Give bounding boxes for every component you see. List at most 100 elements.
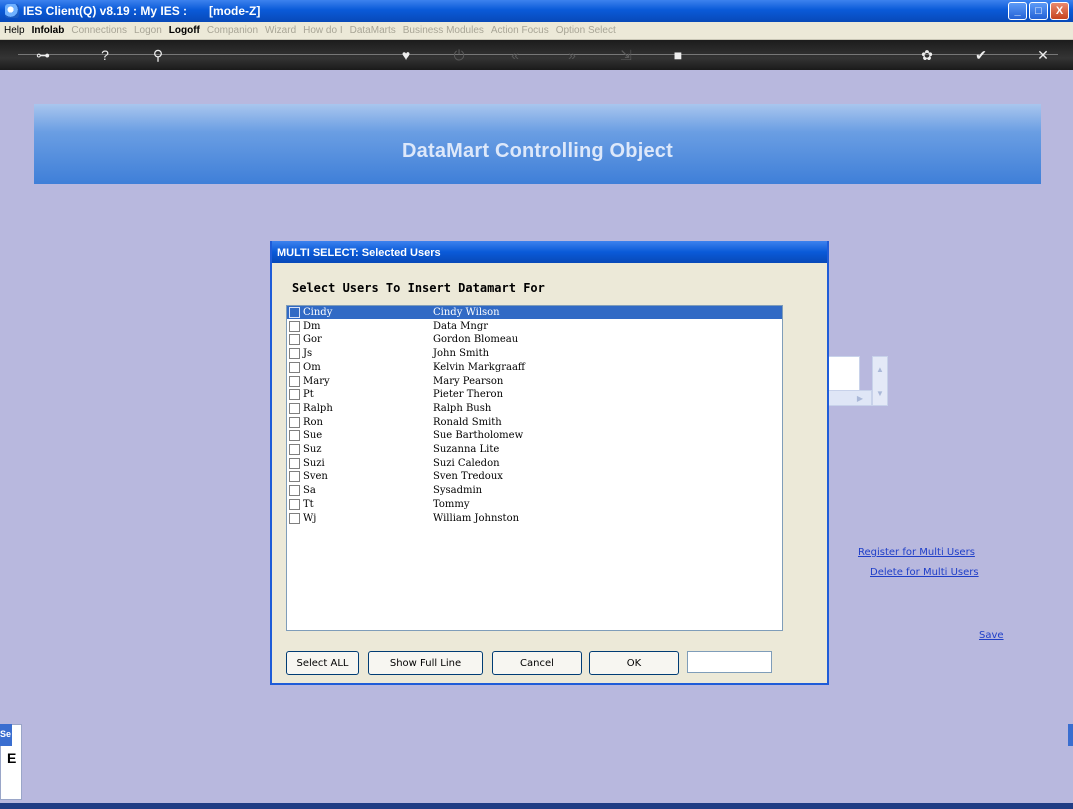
heart-icon[interactable]: ♥ — [393, 40, 419, 70]
list-item[interactable]: Tt Tommy — [287, 498, 782, 511]
user-name: John Smith — [433, 348, 490, 360]
user-name: Ronald Smith — [433, 416, 502, 428]
user-checkbox[interactable] — [289, 375, 300, 387]
list-item[interactable]: Sa Sysadmin — [287, 484, 782, 497]
scroll-right-icon: ▶ — [856, 393, 863, 403]
multi-select-dialog: MULTI SELECT: Selected Users Select User… — [270, 241, 829, 685]
user-checkbox[interactable] — [289, 389, 300, 401]
list-item[interactable]: Gor Gordon Blomeau — [287, 333, 782, 346]
user-id: Cindy — [303, 307, 333, 318]
menu-companion: Companion — [206, 25, 259, 36]
menu-logoff[interactable]: Logoff — [169, 25, 200, 36]
menu-bar: Help Infolab Connections Logon Logoff Co… — [0, 22, 1073, 40]
list-item[interactable]: Ralph Ralph Bush — [287, 402, 782, 415]
close-window-button[interactable]: X — [1050, 2, 1069, 20]
ok-button[interactable]: OK — [589, 651, 679, 675]
list-item[interactable]: Js John Smith — [287, 347, 782, 360]
user-checkbox[interactable] — [289, 361, 300, 373]
user-name: Mary Pearson — [433, 375, 504, 387]
app-icon — [5, 4, 19, 18]
list-item[interactable]: Cindy Cindy Wilson — [287, 306, 782, 319]
window-mode: [mode-Z] — [209, 4, 261, 18]
menu-option-select: Option Select — [555, 25, 616, 36]
user-name: Pieter Theron — [433, 389, 504, 401]
page-banner: DataMart Controlling Object — [34, 104, 1041, 184]
user-checkbox[interactable] — [289, 416, 300, 428]
register-multi-users-link[interactable]: Register for Multi Users — [858, 547, 975, 558]
user-checkbox[interactable] — [289, 457, 300, 469]
list-item[interactable]: Suzi Suzi Caledon — [287, 457, 782, 470]
select-all-button[interactable]: Select ALL — [286, 651, 359, 675]
help-icon[interactable]: ? — [92, 40, 118, 70]
forward-icon[interactable]: » — [559, 40, 585, 70]
close-icon[interactable]: ✕ — [1030, 40, 1056, 70]
user-name: Sue Bartholomew — [433, 430, 524, 442]
show-full-line-button[interactable]: Show Full Line — [368, 651, 483, 675]
delete-multi-users-link[interactable]: Delete for Multi Users — [870, 567, 979, 578]
search-icon[interactable]: ⚲ — [145, 40, 171, 70]
menu-business-modules: Business Modules — [402, 25, 484, 36]
user-id: Js — [303, 348, 313, 360]
rewind-icon[interactable]: « — [502, 40, 528, 70]
list-item[interactable]: Suz Suzanna Lite — [287, 443, 782, 456]
user-name: William Johnston — [433, 512, 520, 524]
list-item[interactable]: Sue Sue Bartholomew — [287, 429, 782, 442]
menu-help[interactable]: Help — [4, 25, 25, 36]
user-checkbox[interactable] — [289, 444, 300, 455]
user-name: Gordon Blomeau — [433, 334, 519, 346]
user-list[interactable]: Cindy Cindy Wilson Dm Data Mngr Gor Gordon Bl… — [286, 305, 783, 631]
list-item[interactable]: Ron Ronald Smith — [287, 416, 782, 429]
maximize-button[interactable]: □ — [1029, 2, 1048, 20]
export-icon[interactable]: ⇲ — [613, 40, 639, 70]
user-checkbox[interactable] — [289, 307, 300, 318]
user-checkbox[interactable] — [289, 430, 300, 442]
list-item[interactable]: Pt Pieter Theron — [287, 388, 782, 401]
ok-field[interactable] — [687, 651, 772, 673]
list-item[interactable]: Mary Mary Pearson — [287, 375, 782, 388]
stop-icon[interactable]: ■ — [665, 40, 691, 70]
cancel-button[interactable]: Cancel — [492, 651, 582, 675]
user-checkbox[interactable] — [289, 512, 300, 524]
menu-infolab[interactable]: Infolab — [32, 25, 65, 36]
user-id: Sven — [303, 471, 328, 483]
user-name: Suzanna Lite — [433, 444, 500, 455]
settings-icon[interactable]: ✿ — [914, 40, 940, 70]
user-name: Kelvin Markgraaff — [433, 361, 526, 373]
list-item[interactable]: Om Kelvin Markgraaff — [287, 361, 782, 374]
list-item[interactable]: Sven Sven Tredoux — [287, 470, 782, 483]
user-checkbox[interactable] — [289, 485, 300, 497]
user-name: Suzi Caledon — [433, 457, 500, 469]
list-item[interactable]: Dm Data Mngr — [287, 320, 782, 333]
window-controls: _ □ X — [1008, 2, 1069, 20]
user-checkbox[interactable] — [289, 498, 300, 510]
key-icon[interactable]: ⊶ — [30, 40, 56, 70]
user-id: Sa — [303, 485, 316, 497]
user-id: Gor — [303, 334, 322, 346]
user-checkbox[interactable] — [289, 402, 300, 414]
user-checkbox[interactable] — [289, 320, 300, 332]
power-icon[interactable]: ⏻ — [446, 40, 472, 70]
menu-logon: Logon — [133, 25, 162, 36]
side-panel-label: E — [7, 750, 17, 766]
page-title: DataMart Controlling Object — [402, 140, 673, 162]
user-id: Om — [303, 361, 321, 373]
scroll-down-icon: ▼ — [876, 388, 884, 398]
user-checkbox[interactable] — [289, 471, 300, 483]
list-item[interactable]: Wj William Johnston — [287, 512, 782, 525]
menu-datamarts: DataMarts — [349, 25, 396, 36]
user-id: Wj — [303, 512, 317, 524]
user-id: Suz — [303, 444, 322, 455]
user-id: Mary — [303, 375, 330, 387]
window-title-bar: IES Client(Q) v8.19 : My IES : [mode-Z] … — [0, 0, 1073, 22]
user-checkbox[interactable] — [289, 348, 300, 360]
dialog-heading: Select Users To Insert Datamart For — [292, 281, 545, 295]
toolbar-rail — [18, 54, 1058, 55]
check-icon[interactable]: ✔ — [968, 40, 994, 70]
user-checkbox[interactable] — [289, 334, 300, 346]
user-id: Pt — [303, 389, 314, 401]
right-edge-tab[interactable] — [1068, 724, 1073, 746]
side-tab[interactable]: Se — [0, 724, 12, 746]
dialog-title: MULTI SELECT: Selected Users — [272, 241, 827, 263]
minimize-button[interactable]: _ — [1008, 2, 1027, 20]
save-link[interactable]: Save — [979, 630, 1004, 641]
